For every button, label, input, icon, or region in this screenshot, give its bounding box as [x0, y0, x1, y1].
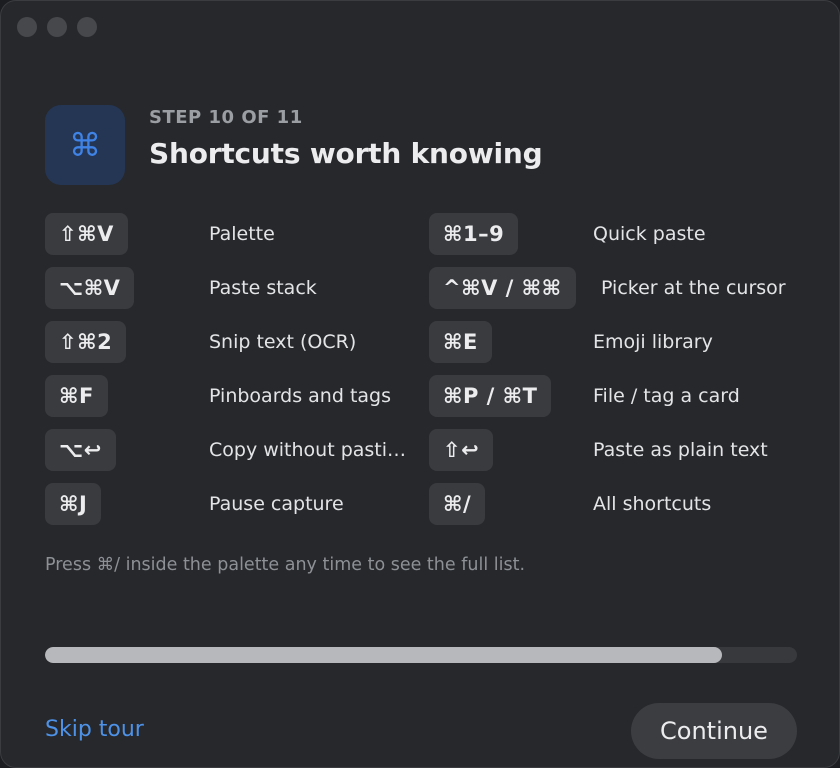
shortcut-keys: ⌘J: [45, 483, 102, 525]
shortcut-keys: ⌘E: [429, 321, 492, 363]
shortcut-label: Paste stack: [209, 277, 317, 299]
onboarding-window: ⌘ STEP 10 OF 11 Shortcuts worth knowing …: [0, 0, 840, 768]
shortcut-keys: ⌘F: [45, 375, 108, 417]
shortcut-keys: ⌥⌘V: [45, 267, 135, 309]
shortcut-label: Copy without pasti…: [209, 439, 407, 461]
command-key-icon: ⌘: [45, 105, 125, 185]
shortcut-label: File / tag a card: [593, 385, 740, 407]
shortcut-label: Pause capture: [209, 493, 344, 515]
minimize-window-button[interactable]: [47, 17, 67, 37]
step-label: STEP 10 OF 11: [149, 107, 303, 128]
shortcut-label: Emoji library: [593, 331, 713, 353]
shortcut-keys: ⇧↩: [429, 429, 494, 471]
shortcut-keys: ⌥↩: [45, 429, 116, 471]
window-controls: [17, 17, 97, 37]
shortcut-keys: ⌘P / ⌘T: [429, 375, 552, 417]
shortcut-label: Picker at the cursor: [601, 277, 786, 299]
shortcut-keys: ⌘1–9: [429, 213, 519, 255]
hint-text: Press ⌘/ inside the palette any time to …: [45, 555, 526, 575]
shortcut-label: Palette: [209, 223, 275, 245]
shortcut-keys: ⌘/: [429, 483, 486, 525]
continue-button[interactable]: Continue: [631, 703, 797, 759]
zoom-window-button[interactable]: [77, 17, 97, 37]
tour-progress-fill: [45, 647, 722, 663]
shortcut-label: Pinboards and tags: [209, 385, 392, 407]
page-title: Shortcuts worth knowing: [149, 137, 543, 170]
shortcut-keys: ⇧⌘2: [45, 321, 127, 363]
shortcut-label: Snip text (OCR): [209, 331, 357, 353]
shortcut-label: Paste as plain text: [593, 439, 768, 461]
shortcut-keys: ⇧⌘V: [45, 213, 128, 255]
close-window-button[interactable]: [17, 17, 37, 37]
shortcut-label: Quick paste: [593, 223, 706, 245]
tour-progress-bar: [45, 647, 797, 663]
skip-tour-link[interactable]: Skip tour: [45, 717, 144, 742]
shortcut-keys: ^⌘V / ⌘⌘: [429, 267, 576, 309]
shortcut-label: All shortcuts: [593, 493, 712, 515]
